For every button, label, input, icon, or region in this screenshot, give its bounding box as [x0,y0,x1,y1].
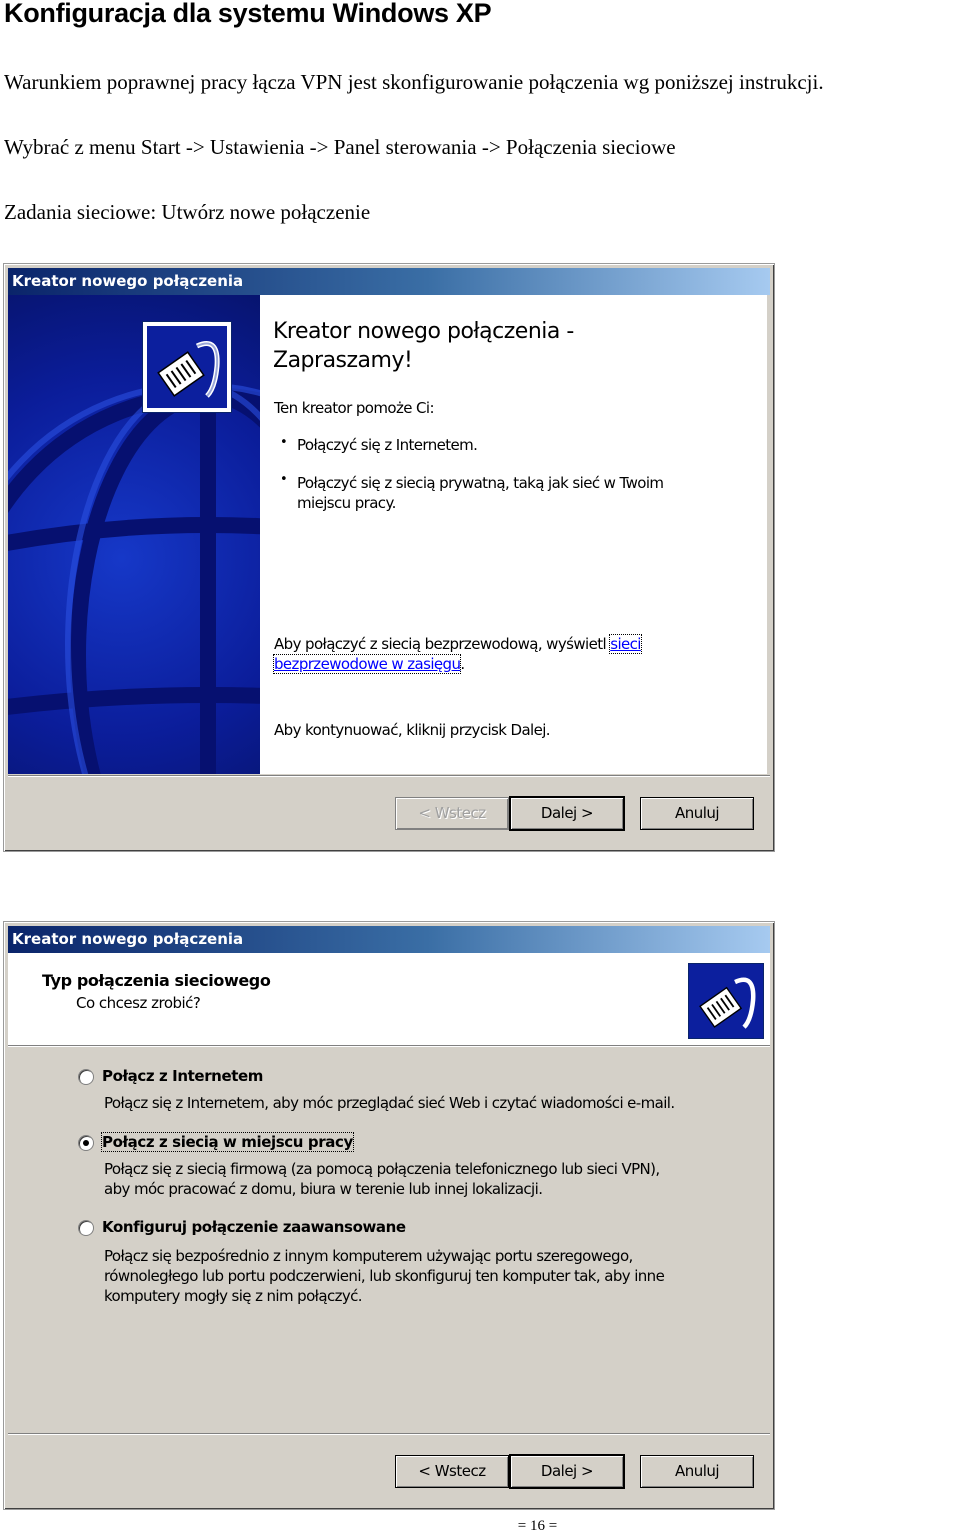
wireless-text: Aby połączyć z siecią bezprzewodową, wyś… [274,634,642,654]
wireless-networks-link[interactable]: sieci [609,634,642,654]
wireless-text-lead: Aby połączyć z siecią bezprzewodową, wyś… [274,635,607,653]
paragraph-menu-path: Wybrać z menu Start -> Ustawienia -> Pan… [4,135,676,159]
next-button[interactable]: Dalej > [510,797,624,830]
dialog-titlebar[interactable]: Kreator nowego połączenia [8,926,770,953]
back-button[interactable]: < Wstecz [395,797,509,830]
header-subtitle: Co chcesz zrobić? [76,994,201,1012]
wizard-content: Kreator nowego połączenia - Zapraszamy! … [260,295,767,774]
paragraph-network-tasks: Zadania sieciowe: Utwórz nowe połączenie [4,200,371,224]
bullet-private-network-line2: miejscu pracy. [297,494,396,512]
button-separator [8,775,770,777]
dialog-titlebar[interactable]: Kreator nowego połączenia [8,268,770,295]
option-advanced-description: Połącz się bezpośrednio z innym komputer… [104,1247,665,1305]
back-button[interactable]: < Wstecz [395,1455,509,1488]
continue-instruction: Aby kontynuować, kliknij przycisk Dalej. [274,721,551,739]
bullet-icon: • [280,472,288,487]
wizard-sidebar [8,295,260,774]
option-internet-label[interactable]: Połącz z Internetem [102,1067,263,1085]
paragraph-intro: Warunkiem poprawnej pracy łącza VPN jest… [4,70,824,94]
wizard-heading: Kreator nowego połączenia - Zapraszamy! [273,319,574,373]
network-cable-icon [142,321,232,413]
wizard-intro: Ten kreator pomoże Ci: [274,399,435,417]
option-workplace-description: Połącz się z siecią firmową (za pomocą p… [104,1160,660,1198]
radio-internet[interactable] [78,1069,94,1085]
wireless-networks-link-cont[interactable]: bezprzewodowe w zasięgu [272,654,462,674]
cancel-button[interactable]: Anuluj [640,797,754,830]
header-separator [8,1045,770,1047]
option-advanced-label[interactable]: Konfiguruj połączenie zaawansowane [102,1218,406,1236]
radio-advanced[interactable] [78,1220,94,1236]
option-workplace-label[interactable]: Połącz z siecią w miejscu pracy [101,1132,354,1152]
network-cable-icon [688,963,764,1039]
document-title: Konfiguracja dla systemu Windows XP [4,0,492,28]
cancel-button[interactable]: Anuluj [640,1455,754,1488]
bullet-private-network-line1: Połączyć się z siecią prywatną, taką jak… [297,474,664,492]
radio-workplace[interactable] [78,1135,94,1151]
header-title: Typ połączenia sieciowego [42,971,271,990]
bullet-internet: Połączyć się z Internetem. [297,436,478,454]
wizard-connection-type-dialog: Kreator nowego połączenia Typ połączenia… [3,921,775,1510]
option-internet-description: Połącz się z Internetem, aby móc przeglą… [104,1094,675,1112]
wireless-text-end: . [460,655,465,673]
wireless-link-line2: bezprzewodowe w zasięgu. [272,654,465,674]
wizard-welcome-dialog: Kreator nowego połączenia Kreator nowego… [3,263,775,852]
page-number: = 16 = [517,1518,558,1534]
bullet-icon: • [280,435,288,450]
next-button[interactable]: Dalej > [510,1455,624,1488]
button-separator [8,1433,770,1435]
wizard-header: Typ połączenia sieciowego Co chcesz zrob… [8,953,770,1045]
